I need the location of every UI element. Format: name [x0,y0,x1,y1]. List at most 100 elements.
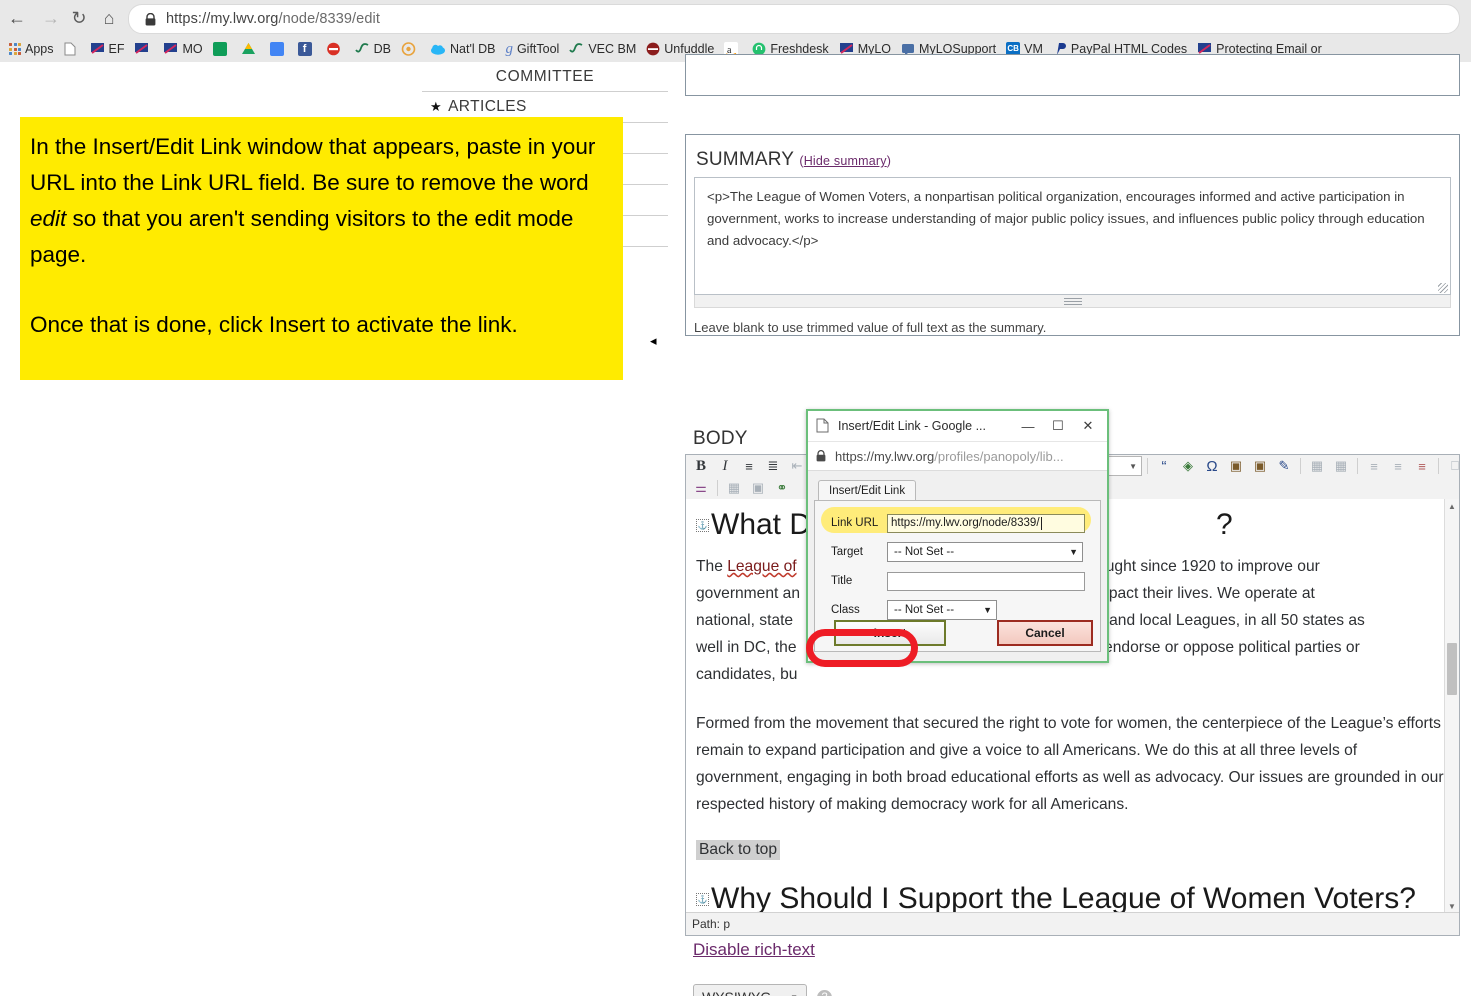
tab-insert-edit-link[interactable]: Insert/Edit Link [818,480,917,501]
table-props-icon[interactable]: ▦ [1330,456,1352,476]
outdent-icon[interactable]: ⇤ [786,456,808,476]
title-row: Title [823,569,1092,593]
maximize-icon[interactable]: ☐ [1043,413,1073,439]
bookmark-atom[interactable] [396,38,425,60]
address-bar-url: https://my.lwv.org/node/8339/edit [166,11,380,27]
media-icon[interactable]: ▣ [747,478,769,498]
summary-textarea[interactable]: <p>The League of Women Voters, a nonpart… [694,177,1451,295]
bookmark-sheets[interactable] [208,38,236,60]
editor-path-label: Path: p [692,917,731,931]
address-bar[interactable]: https://my.lwv.org/node/8339/edit [128,4,1460,34]
divider [1300,458,1301,474]
hide-summary-toggle[interactable]: (Hide summary) [799,154,891,168]
numbered-list-icon[interactable]: ≣ [762,456,784,476]
row-delete-icon[interactable]: ≡ [1411,456,1433,476]
body-heading: BODY [693,428,748,449]
nav-section-title: COMMITTEE [495,68,595,85]
chevron-down-icon: ▼ [1069,547,1078,557]
editor-scrollbar[interactable]: ▲ ▼ [1444,499,1459,913]
editor-link-text[interactable]: League of [727,558,796,575]
dialog-title: Insert/Edit Link - Google ... [838,419,986,433]
special-char-icon[interactable]: Ω [1201,456,1223,476]
annotation-paragraph-2: Once that is done, click Insert to activ… [30,312,518,337]
g-icon: g [505,40,513,57]
scroll-down-icon[interactable]: ▼ [1445,899,1459,913]
drag-lines-icon [1063,297,1082,306]
insert-link-icon[interactable]: ⚭ [771,478,793,498]
reload-icon[interactable]: ↻ [66,6,92,30]
bookmark-db[interactable]: DB [350,38,396,60]
col-insert-before-icon[interactable]: ⎕ [1444,456,1459,476]
bookmark-natl-db[interactable]: Nat'l DB [425,38,500,60]
summary-textarea-value: <p>The League of Women Voters, a nonpart… [707,189,1425,248]
blockquote-icon[interactable]: “ [1153,456,1175,476]
paste-word-icon[interactable]: ▣ [1249,456,1271,476]
help-icon[interactable]: ? [817,989,832,996]
target-label: Target [831,546,863,558]
dialog-url: https://my.lwv.org/profiles/panopoly/lib… [835,448,1064,464]
dialog-title-bar: Insert/Edit Link - Google ... — ☐ ✕ [808,411,1107,442]
row-insert-after-icon[interactable]: ≡ [1387,456,1409,476]
insert-button[interactable]: Insert [834,620,946,646]
edit-image-icon[interactable]: ✎ [1273,456,1295,476]
bookmark-vec-bm[interactable]: VEC BM [564,38,641,60]
record-icon [326,42,341,56]
editor-paragraph-2: Formed from the movement that secured th… [696,715,1444,813]
minimize-icon[interactable]: — [1013,413,1043,439]
bookmark-drive[interactable] [236,38,265,60]
lwv-logo-icon [134,42,149,56]
row-insert-before-icon[interactable]: ≡ [1363,456,1385,476]
resize-grip-icon[interactable] [1438,283,1448,293]
triangle-left-icon[interactable]: ◂ [650,334,662,348]
bookmark-gifttool[interactable]: g GiftTool [500,38,564,60]
forward-icon[interactable]: → [38,6,64,30]
chevron-down-icon: ▼ [790,993,798,996]
bookmark-apps[interactable]: Apps [4,38,59,60]
dialog-tabstrip: Insert/Edit Link [814,479,1101,501]
bookmark-facebook[interactable]: f [293,38,321,60]
dialog-footer: Insert Cancel [808,616,1107,652]
checkmark-icon [569,42,584,56]
bookmark-mo[interactable]: MO [158,38,207,60]
summary-drag-handle[interactable] [694,295,1451,308]
annotation-emphasis: edit [30,206,67,231]
table-insert-icon[interactable]: ▦ [1306,456,1328,476]
checkmark-icon [354,42,370,56]
summary-field-group: SUMMARY (Hide summary) <p>The League of … [685,134,1460,336]
editor-heading-2: ⚓ Why Should I Support the League of Wome… [696,882,1416,913]
remove-format-icon[interactable]: ◈ [1177,456,1199,476]
paste-text-icon[interactable]: ▣ [1225,456,1247,476]
chevron-down-icon: ▼ [983,605,992,615]
scroll-up-icon[interactable]: ▲ [1445,499,1459,513]
text-format-value: WYSIWYG [702,989,771,996]
disable-rich-text-link[interactable]: Disable rich-text [693,940,815,960]
home-icon[interactable]: ⌂ [96,6,122,30]
bookmark-ef[interactable]: EF [85,38,130,60]
insert-edit-link-dialog: Insert/Edit Link - Google ... — ☐ ✕ http… [806,409,1109,663]
cloud-icon [430,42,446,56]
bullet-list-icon[interactable]: ≡ [738,456,760,476]
scrollbar-thumb[interactable] [1447,643,1457,695]
link-url-input[interactable]: https://my.lwv.org/node/8339/ [887,513,1085,533]
close-icon[interactable]: ✕ [1073,413,1103,439]
bookmark-docs[interactable] [265,38,293,60]
text-format-select[interactable]: WYSIWYG ▼ [693,984,807,996]
hide-summary-label[interactable]: Hide summary [804,154,887,168]
link-url-row: Link URL https://my.lwv.org/node/8339/ [823,511,1092,535]
bookmark-item[interactable] [129,38,158,60]
target-select[interactable]: -- Not Set -- ▼ [887,542,1083,562]
title-input[interactable] [887,571,1085,591]
back-icon[interactable]: ← [4,6,30,30]
anchor-marker-icon: ⚓ [696,519,709,532]
bookmark-record[interactable] [321,38,350,60]
top-field-box[interactable] [685,54,1460,96]
cancel-button[interactable]: Cancel [997,620,1093,646]
bookmark-item[interactable] [59,38,85,60]
table-icon[interactable]: ▦ [723,478,745,498]
bold-icon[interactable]: B [690,456,712,476]
class-value: -- Not Set -- [894,604,955,616]
back-to-top-link[interactable]: Back to top [696,840,781,860]
anchor2-icon[interactable]: ⚌ [690,478,712,498]
italic-icon[interactable]: I [714,456,736,476]
